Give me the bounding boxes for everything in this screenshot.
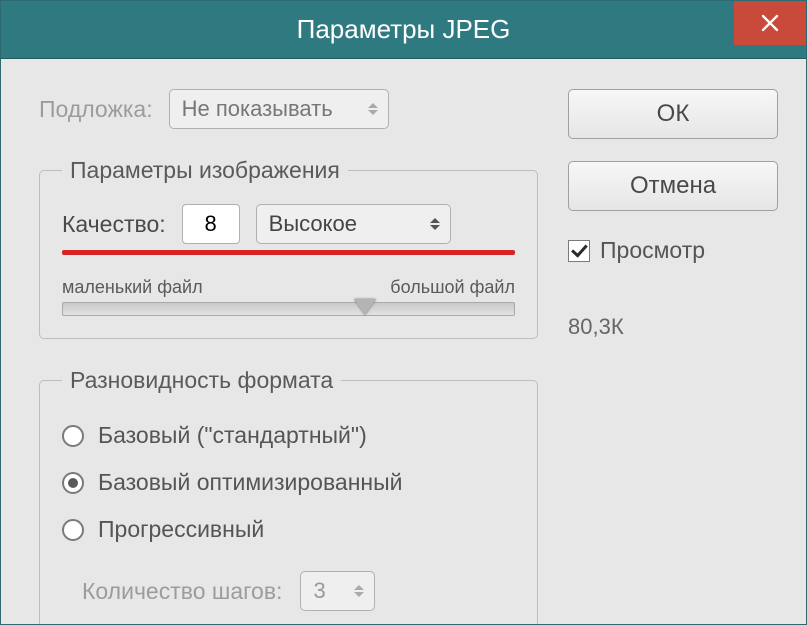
radio-baseline-optimized[interactable]: Базовый оптимизированный	[62, 469, 515, 496]
quality-row: Качество: Высокое	[62, 204, 515, 244]
chevron-updown-icon	[354, 585, 364, 597]
scans-value: 3	[313, 578, 325, 604]
matte-label: Подложка:	[39, 96, 153, 123]
chevron-updown-icon	[368, 103, 378, 115]
filesize-display: 80,3К	[568, 314, 778, 340]
matte-row: Подложка: Не показывать	[39, 89, 538, 129]
radio-icon	[62, 425, 84, 447]
quality-slider[interactable]	[62, 302, 515, 316]
matte-select[interactable]: Не показывать	[169, 89, 389, 129]
left-column: Подложка: Не показывать Параметры изобра…	[39, 89, 538, 614]
scans-row: Количество шагов: 3	[82, 571, 515, 611]
scans-select[interactable]: 3	[300, 571, 375, 611]
slider-large-label: большой файл	[390, 277, 515, 298]
dialog-body: Подложка: Не показывать Параметры изобра…	[1, 59, 806, 624]
image-options-group: Параметры изображения Качество: Высокое …	[39, 157, 538, 339]
close-icon	[760, 13, 780, 33]
dialog-title: Параметры JPEG	[1, 14, 806, 45]
slider-labels: маленький файл большой файл	[62, 277, 515, 298]
slider-thumb-icon[interactable]	[354, 299, 376, 315]
slider-small-label: маленький файл	[62, 277, 203, 298]
titlebar: Параметры JPEG	[1, 1, 806, 59]
preview-checkbox[interactable]	[568, 240, 590, 262]
quality-input[interactable]	[182, 204, 240, 244]
matte-select-value: Не показывать	[182, 96, 333, 122]
format-radio-group: Базовый ("стандартный") Базовый оптимизи…	[62, 422, 515, 543]
quality-preset-select[interactable]: Высокое	[256, 204, 451, 244]
radio-label: Базовый ("стандартный")	[98, 422, 367, 449]
chevron-updown-icon	[430, 218, 440, 230]
quality-label: Качество:	[62, 211, 166, 238]
format-options-group: Разновидность формата Базовый ("стандарт…	[39, 367, 538, 625]
ok-button[interactable]: ОК	[568, 89, 778, 139]
preview-label: Просмотр	[600, 237, 705, 264]
highlight-underline	[62, 250, 515, 255]
radio-progressive[interactable]: Прогрессивный	[62, 516, 515, 543]
quality-preset-value: Высокое	[269, 211, 357, 237]
jpeg-options-dialog: Параметры JPEG Подложка: Не показывать П…	[0, 0, 807, 625]
radio-label: Базовый оптимизированный	[98, 469, 403, 496]
preview-row: Просмотр	[568, 237, 778, 264]
format-options-legend: Разновидность формата	[62, 367, 341, 394]
radio-icon	[62, 519, 84, 541]
radio-icon	[62, 472, 84, 494]
radio-label: Прогрессивный	[98, 516, 264, 543]
right-column: ОК Отмена Просмотр 80,3К	[568, 89, 778, 614]
close-button[interactable]	[734, 1, 806, 45]
scans-label: Количество шагов:	[82, 578, 282, 605]
radio-baseline-standard[interactable]: Базовый ("стандартный")	[62, 422, 515, 449]
image-options-legend: Параметры изображения	[62, 157, 348, 184]
cancel-button[interactable]: Отмена	[568, 161, 778, 211]
